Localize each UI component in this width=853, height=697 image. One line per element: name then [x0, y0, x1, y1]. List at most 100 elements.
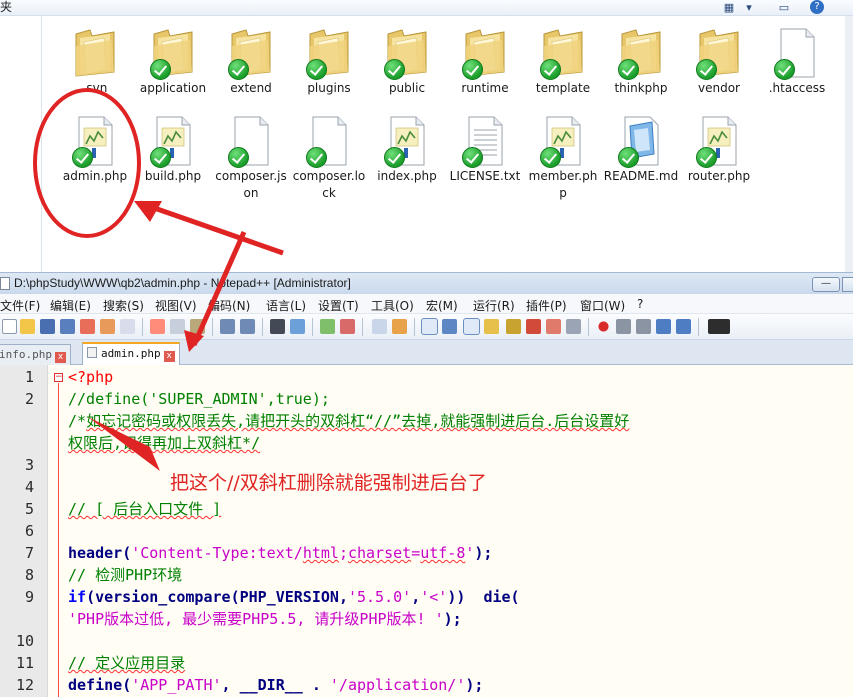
record-macro-icon[interactable] [596, 319, 611, 334]
preview-pane-icon[interactable]: ▭ [775, 0, 793, 15]
tab-info-php[interactable]: info.php x [0, 344, 71, 365]
run-macro-multiple-icon[interactable] [656, 319, 671, 334]
zoom-out-icon[interactable] [340, 319, 355, 334]
readme-file-icon [616, 114, 666, 168]
file-name-label: public [388, 81, 426, 95]
svn-check-overlay-icon [150, 59, 171, 80]
open-file-icon[interactable] [20, 319, 35, 334]
menu-search[interactable]: 搜索(S) [103, 297, 144, 314]
menu-language[interactable]: 语言(L) [266, 297, 306, 314]
function-list-icon[interactable] [526, 319, 541, 334]
folder-icon [538, 26, 588, 80]
zoom-in-icon[interactable] [320, 319, 335, 334]
monitoring-icon[interactable] [566, 319, 581, 334]
chevron-down-icon[interactable]: ▾ [740, 0, 758, 15]
close-button[interactable] [842, 277, 853, 292]
save-all-icon[interactable] [60, 319, 75, 334]
save-icon[interactable] [40, 319, 55, 334]
sync-vertical-icon[interactable] [372, 319, 387, 334]
annotation-text: 把这个//双斜杠删除就能强制进后台了 [170, 472, 487, 494]
menu-encoding[interactable]: 编码(N) [208, 297, 250, 314]
file-item-index-php[interactable]: index.php [369, 114, 445, 185]
word-wrap-icon[interactable] [421, 318, 438, 335]
paste-icon[interactable] [190, 319, 205, 334]
stop-macro-icon[interactable] [616, 319, 631, 334]
file-item-license-txt[interactable]: LICENSE.txt [447, 114, 523, 185]
file-name-label: composer.lock [292, 169, 366, 200]
show-all-chars-icon[interactable] [442, 319, 457, 334]
string-literal: html [302, 544, 339, 562]
print-icon[interactable] [120, 319, 135, 334]
file-item-runtime[interactable]: runtime [447, 26, 523, 97]
menu-plugins[interactable]: 插件(P) [526, 297, 567, 314]
code-editor[interactable]: 1 2 3 4 5 6 7 8 9 10 11 12 − <?php //def… [0, 365, 853, 697]
file-item-build-php[interactable]: build.php [135, 114, 211, 185]
file-item-admin-php[interactable]: admin.php [57, 114, 133, 185]
line-number: 4 [24, 478, 34, 496]
change-view-icon[interactable]: ▦ [720, 0, 738, 15]
text-file-icon [460, 114, 510, 168]
file-item-vendor[interactable]: vendor [681, 26, 757, 97]
cut-icon[interactable] [150, 319, 165, 334]
close-icon[interactable]: x [163, 351, 175, 362]
sync-horizontal-icon[interactable] [392, 319, 407, 334]
menu-edit[interactable]: 编辑(E) [50, 297, 91, 314]
file-item-router-php[interactable]: router.php [681, 114, 757, 185]
file-item-thinkphp[interactable]: thinkphp [603, 26, 679, 97]
spell-check-icon[interactable] [708, 319, 730, 334]
save-macro-icon[interactable] [676, 319, 691, 334]
indent-guide-icon[interactable] [463, 318, 480, 335]
tab-admin-php[interactable]: admin.php x [82, 342, 180, 365]
menu-macro[interactable]: 宏(M) [426, 297, 458, 314]
file-item-public[interactable]: public [369, 26, 445, 97]
help-icon[interactable]: ? [810, 0, 824, 14]
doc-map-icon[interactable] [506, 319, 521, 334]
file-item-readme-md[interactable]: README.md [603, 114, 679, 185]
menu-window[interactable]: 窗口(W) [580, 297, 625, 314]
code-line-2: //define('SUPER_ADMIN',true); [68, 390, 330, 408]
file-name-label: admin.php [62, 169, 128, 183]
redo-icon[interactable] [240, 319, 255, 334]
window-titlebar[interactable]: D:\phpStudy\WWW\qb2\admin.php - Notepad+… [0, 272, 853, 294]
copy-icon[interactable] [170, 319, 185, 334]
menu-run[interactable]: 运行(R) [473, 297, 515, 314]
new-file-icon[interactable] [2, 319, 17, 334]
file-item-extend[interactable]: extend [213, 26, 289, 97]
close-icon[interactable]: x [54, 352, 66, 363]
file-item-member-php[interactable]: member.php [525, 114, 601, 202]
line-number: 7 [24, 544, 34, 562]
explorer-scrollbar[interactable] [845, 16, 853, 272]
constant: __DIR__ [239, 676, 303, 694]
fold-toggle-icon[interactable]: − [54, 373, 63, 382]
file-item-composer-json[interactable]: composer.json [213, 114, 289, 202]
comment-text: // 定义应用目录 [68, 654, 186, 672]
find-icon[interactable] [270, 319, 285, 334]
file-item-htaccess[interactable]: .htaccess [759, 26, 835, 97]
menu-settings[interactable]: 设置(T) [318, 297, 359, 314]
udl-icon[interactable] [484, 319, 499, 334]
file-item-composer-lock[interactable]: composer.lock [291, 114, 367, 202]
menu-tools[interactable]: 工具(O) [371, 297, 414, 314]
menu-view[interactable]: 视图(V) [155, 297, 197, 314]
folder-icon [304, 26, 354, 80]
file-icon [772, 26, 822, 80]
file-item-plugins[interactable]: plugins [291, 26, 367, 97]
close-file-icon[interactable] [80, 319, 95, 334]
file-name-label: application [139, 81, 207, 95]
undo-icon[interactable] [220, 319, 235, 334]
replace-icon[interactable] [290, 319, 305, 334]
close-all-icon[interactable] [100, 319, 115, 334]
svn-check-overlay-icon [696, 59, 717, 80]
folder-workspace-icon[interactable] [546, 319, 561, 334]
folder-icon [226, 26, 276, 80]
play-macro-icon[interactable] [636, 319, 651, 334]
menu-help[interactable]: ? [637, 297, 643, 311]
menu-file[interactable]: 文件(F) [0, 297, 40, 314]
operator: ( [122, 676, 132, 694]
code-line-7: header('Content-Type:text/html;charset=u… [68, 542, 492, 564]
minimize-button[interactable]: — [812, 277, 840, 292]
file-item-svn[interactable]: .svn [57, 26, 133, 97]
operator: . [302, 676, 330, 694]
file-item-template[interactable]: template [525, 26, 601, 97]
file-item-application[interactable]: application [135, 26, 211, 97]
